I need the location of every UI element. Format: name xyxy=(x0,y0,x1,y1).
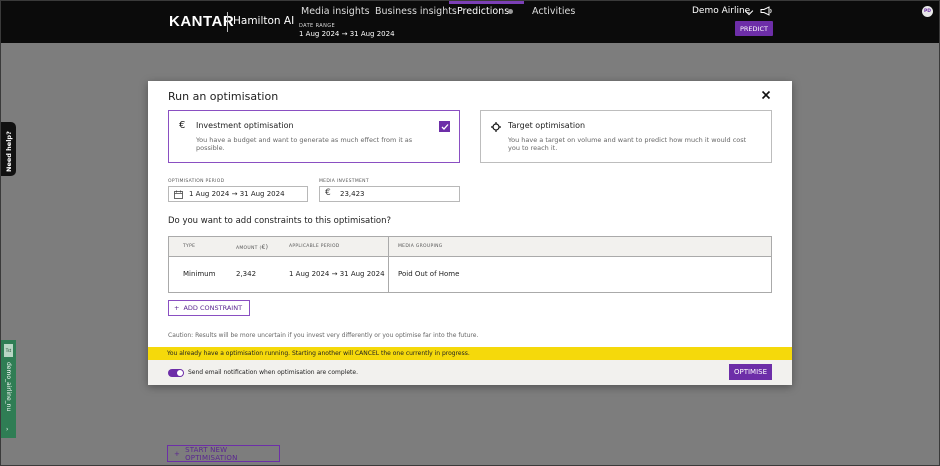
start-new-optimisation-button[interactable]: + START NEW OPTIMISATION xyxy=(167,445,280,462)
nav-media-insights[interactable]: Media insights xyxy=(301,6,370,17)
media-investment-label: MEDIA INVESTMENT xyxy=(319,179,369,184)
target-icon xyxy=(491,122,501,132)
euro-icon: € xyxy=(325,188,331,198)
table-divider xyxy=(388,237,389,292)
card-title: Investment optimisation xyxy=(196,121,294,130)
warning-text: You already have a optimisation running.… xyxy=(167,350,470,357)
card-description: You have a budget and want to generate a… xyxy=(196,136,413,152)
header-type: TYPE xyxy=(183,244,196,249)
product-name: Hamilton AI xyxy=(233,15,295,27)
constraints-table: TYPE AMOUNT (€) APPLICABLE PERIOD MEDIA … xyxy=(168,236,772,293)
add-constraint-button[interactable]: + ADD CONSTRAINT xyxy=(168,300,250,316)
coins-icon: €) xyxy=(261,244,269,251)
header-amount-label: AMOUNT ( xyxy=(236,246,262,251)
optimisation-period-field[interactable]: 1 Aug 2024 → 31 Aug 2024 xyxy=(168,186,308,202)
header-applicable-period: APPLICABLE PERIOD xyxy=(289,244,340,249)
email-notification-label: Send email notification when optimisatio… xyxy=(188,369,358,376)
optimisation-modal: Run an optimisation € Investment optimis… xyxy=(148,81,792,385)
nav-active-indicator xyxy=(449,1,524,4)
nav-business-insights[interactable]: Business insights xyxy=(375,6,457,17)
selected-checkbox[interactable] xyxy=(439,121,450,132)
plus-icon: + xyxy=(174,304,180,312)
investment-optimisation-card[interactable]: € Investment optimisation You have a bud… xyxy=(168,110,460,163)
date-range-value[interactable]: 1 Aug 2024 → 31 Aug 2024 xyxy=(299,30,395,38)
close-icon[interactable] xyxy=(761,90,771,100)
media-investment-value: 23,423 xyxy=(340,190,365,198)
environment-name: demo_airline_nu xyxy=(5,362,12,412)
header-amount: AMOUNT (€) xyxy=(236,244,268,251)
optimisation-period-value: 1 Aug 2024 → 31 Aug 2024 xyxy=(189,190,285,198)
euro-icon: € xyxy=(179,120,186,131)
row-media-grouping: Poid Out of Home xyxy=(398,270,460,278)
row-type: Minimum xyxy=(183,270,216,278)
need-help-label: Need help? xyxy=(5,131,13,172)
header-media-grouping: MEDIA GROUPING xyxy=(398,244,443,249)
optimise-button[interactable]: OPTIMISE xyxy=(729,364,772,380)
predict-button[interactable]: PREDICT xyxy=(735,21,773,36)
date-range-label: DATE RANGE xyxy=(299,23,336,29)
environment-badge: Tst xyxy=(4,344,13,357)
target-optimisation-card[interactable]: Target optimisation You have a target on… xyxy=(480,110,772,163)
account-selector[interactable]: Demo Airline xyxy=(692,6,750,16)
add-constraint-label: ADD CONSTRAINT xyxy=(183,304,243,312)
avatar[interactable]: PD xyxy=(922,6,933,17)
table-header: TYPE AMOUNT (€) APPLICABLE PERIOD MEDIA … xyxy=(169,237,771,257)
start-new-label: START NEW OPTIMISATION xyxy=(185,445,238,462)
constraints-question: Do you want to add constraints to this o… xyxy=(168,216,392,226)
need-help-tab[interactable]: Need help? xyxy=(1,122,16,176)
plus-icon: + xyxy=(174,449,181,458)
megaphone-icon[interactable] xyxy=(760,6,772,16)
modal-title: Run an optimisation xyxy=(168,90,279,103)
running-warning-banner: You already have a optimisation running.… xyxy=(148,347,792,360)
card-title: Target optimisation xyxy=(508,121,586,130)
nav-activities[interactable]: Activities xyxy=(532,6,575,17)
expand-arrow-icon: › xyxy=(6,426,9,433)
checkmark-icon xyxy=(441,123,448,130)
top-nav-bar: KANTAR Hamilton AI DATE RANGE 1 Aug 2024… xyxy=(1,1,939,43)
modal-footer: Send email notification when optimisatio… xyxy=(148,360,792,385)
row-amount: 2,342 xyxy=(236,270,257,278)
caution-text: Caution: Results will be more uncertain … xyxy=(168,332,479,339)
logo-divider xyxy=(227,12,228,32)
kantar-logo: KANTAR xyxy=(169,13,235,30)
predictions-status-dot xyxy=(508,9,513,14)
calendar-icon xyxy=(174,190,183,199)
environment-tab[interactable]: Tst demo_airline_nu › xyxy=(1,340,16,438)
nav-predictions[interactable]: Predictions xyxy=(457,6,509,17)
card-description: You have a target on volume and want to … xyxy=(508,136,747,152)
email-notification-toggle[interactable] xyxy=(168,369,184,377)
row-period: 1 Aug 2024 → 31 Aug 2024 xyxy=(289,270,385,278)
media-investment-input[interactable]: € 23,423 xyxy=(319,186,460,202)
optimisation-period-label: OPTIMISATION PERIOD xyxy=(168,179,225,184)
